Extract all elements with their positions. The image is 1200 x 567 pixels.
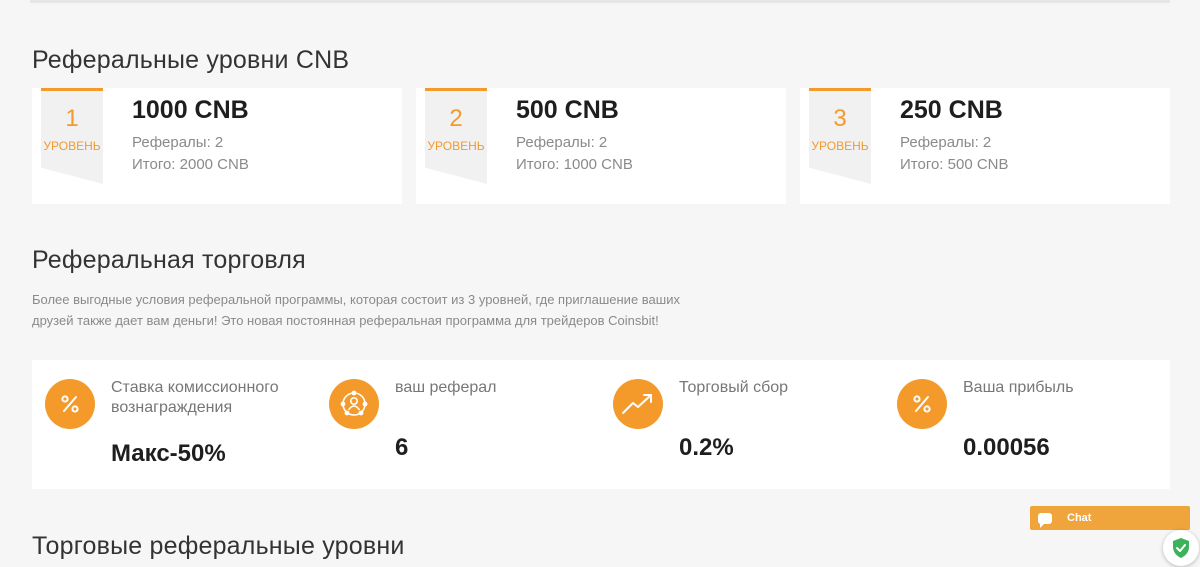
- shield-check-button[interactable]: [1163, 530, 1199, 566]
- level-number: 1: [65, 105, 79, 132]
- level-word: УРОВЕНЬ: [427, 139, 485, 153]
- stat-commission-rate: Ставка комиссионного вознаграждения Макс…: [32, 360, 316, 489]
- stat-value: 0.2%: [679, 434, 734, 461]
- stat-label: Ставка комиссионного вознаграждения: [111, 379, 279, 416]
- stat-your-referral: ваш реферал 6: [316, 360, 600, 489]
- level-total: Итого: 1000 CNB: [516, 156, 633, 173]
- level-ribbon: 3 УРОВЕНЬ: [809, 88, 871, 184]
- stat-label: Торговый сбор: [679, 379, 789, 396]
- stat-your-profit: Ваша прибыль 0.00056: [884, 360, 1168, 489]
- stat-value: 0.00056: [963, 434, 1050, 461]
- level-ribbon: 2 УРОВЕНЬ: [425, 88, 487, 184]
- top-divider: [30, 0, 1170, 3]
- stat-value: Макс-50%: [111, 440, 226, 467]
- stat-value: 6: [395, 434, 409, 461]
- referral-stats-panel: Ставка комиссионного вознаграждения Макс…: [32, 360, 1170, 489]
- referral-trading-title: Реферальная торговля: [32, 246, 306, 274]
- level-ribbon: 1 УРОВЕНЬ: [41, 88, 103, 184]
- level-total: Итого: 2000 CNB: [132, 156, 249, 173]
- level-card-3: 3 УРОВЕНЬ 250 CNB Рефералы: 2 Итого: 500…: [800, 88, 1170, 204]
- percent-icon: [45, 379, 95, 429]
- level-referrals: Рефералы: 2: [516, 134, 608, 151]
- referral-network-icon: [329, 379, 379, 429]
- stat-label: ваш реферал: [395, 379, 497, 396]
- trading-levels-title: Торговые реферальные уровни: [32, 532, 405, 560]
- level-word: УРОВЕНЬ: [43, 139, 101, 153]
- level-referrals: Рефералы: 2: [900, 134, 992, 151]
- level-word: УРОВЕНЬ: [811, 139, 869, 153]
- shield-check-icon: [1173, 538, 1189, 558]
- trend-up-icon: [613, 379, 663, 429]
- level-total: Итого: 500 CNB: [900, 156, 1009, 173]
- referral-levels-list: 1 УРОВЕНЬ 1000 CNB Рефералы: 2 Итого: 20…: [32, 88, 1170, 204]
- referral-levels-title: Реферальные уровни CNB: [32, 46, 350, 74]
- chat-widget-button[interactable]: Chat: [1030, 506, 1190, 530]
- level-amount: 250 CNB: [900, 96, 1003, 124]
- stat-trading-fee: Торговый сбор 0.2%: [600, 360, 884, 489]
- percent-icon: [897, 379, 947, 429]
- level-referrals: Рефералы: 2: [132, 134, 224, 151]
- level-card-1: 1 УРОВЕНЬ 1000 CNB Рефералы: 2 Итого: 20…: [32, 88, 402, 204]
- stat-label: Ваша прибыль: [963, 379, 1074, 396]
- level-number: 2: [449, 105, 463, 132]
- level-number: 3: [833, 105, 847, 132]
- referral-trading-description: Более выгодные условия реферальной прогр…: [32, 292, 680, 328]
- chat-bubble-icon: [1038, 512, 1052, 528]
- level-card-2: 2 УРОВЕНЬ 500 CNB Рефералы: 2 Итого: 100…: [416, 88, 786, 204]
- chat-label: Chat: [1067, 512, 1092, 524]
- level-amount: 500 CNB: [516, 96, 619, 124]
- level-amount: 1000 CNB: [132, 96, 249, 124]
